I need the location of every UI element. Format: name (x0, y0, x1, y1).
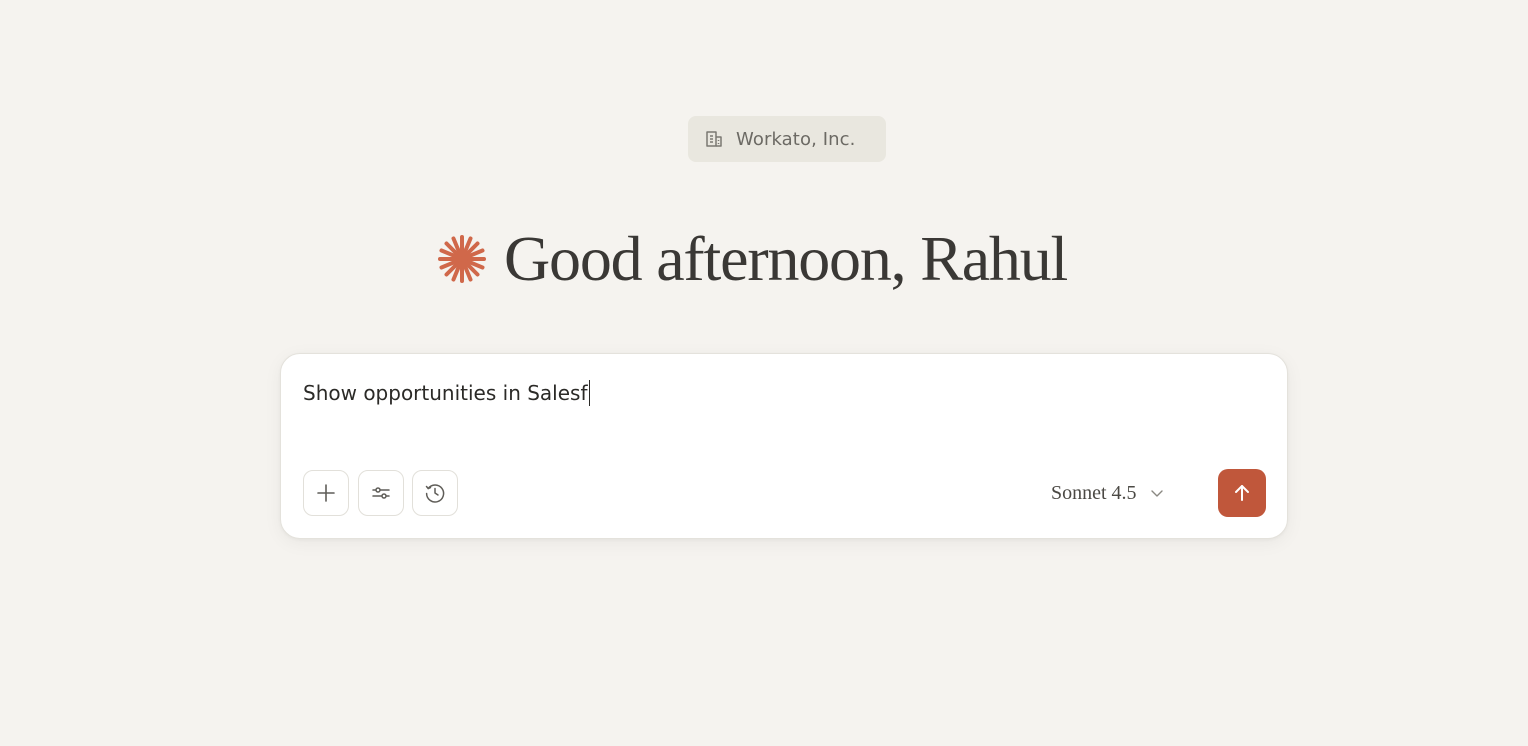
spark-icon (436, 233, 488, 285)
tools-settings-button[interactable] (358, 470, 404, 516)
chat-composer: Show opportunities in Salesf Sonnet 4.5 (280, 353, 1288, 539)
clock-icon (424, 482, 446, 504)
prompt-input[interactable]: Show opportunities in Salesf (303, 380, 591, 406)
history-button[interactable] (412, 470, 458, 516)
add-attachment-button[interactable] (303, 470, 349, 516)
plus-icon (316, 483, 336, 503)
text-caret (588, 380, 591, 406)
org-switcher-badge[interactable]: Workato, Inc. (688, 116, 886, 162)
arrow-up-icon (1232, 483, 1252, 503)
chevron-down-icon (1149, 485, 1165, 501)
greeting-heading: Good afternoon, Rahul (436, 222, 1068, 296)
sliders-icon (371, 483, 391, 503)
send-button[interactable] (1218, 469, 1266, 517)
model-label: Sonnet 4.5 (1051, 481, 1137, 504)
org-name: Workato, Inc. (736, 128, 856, 150)
greeting-text: Good afternoon, Rahul (504, 223, 1068, 294)
building-icon (704, 129, 724, 149)
model-selector[interactable]: Sonnet 4.5 (1051, 478, 1165, 508)
prompt-input-value: Show opportunities in Salesf (303, 381, 588, 405)
